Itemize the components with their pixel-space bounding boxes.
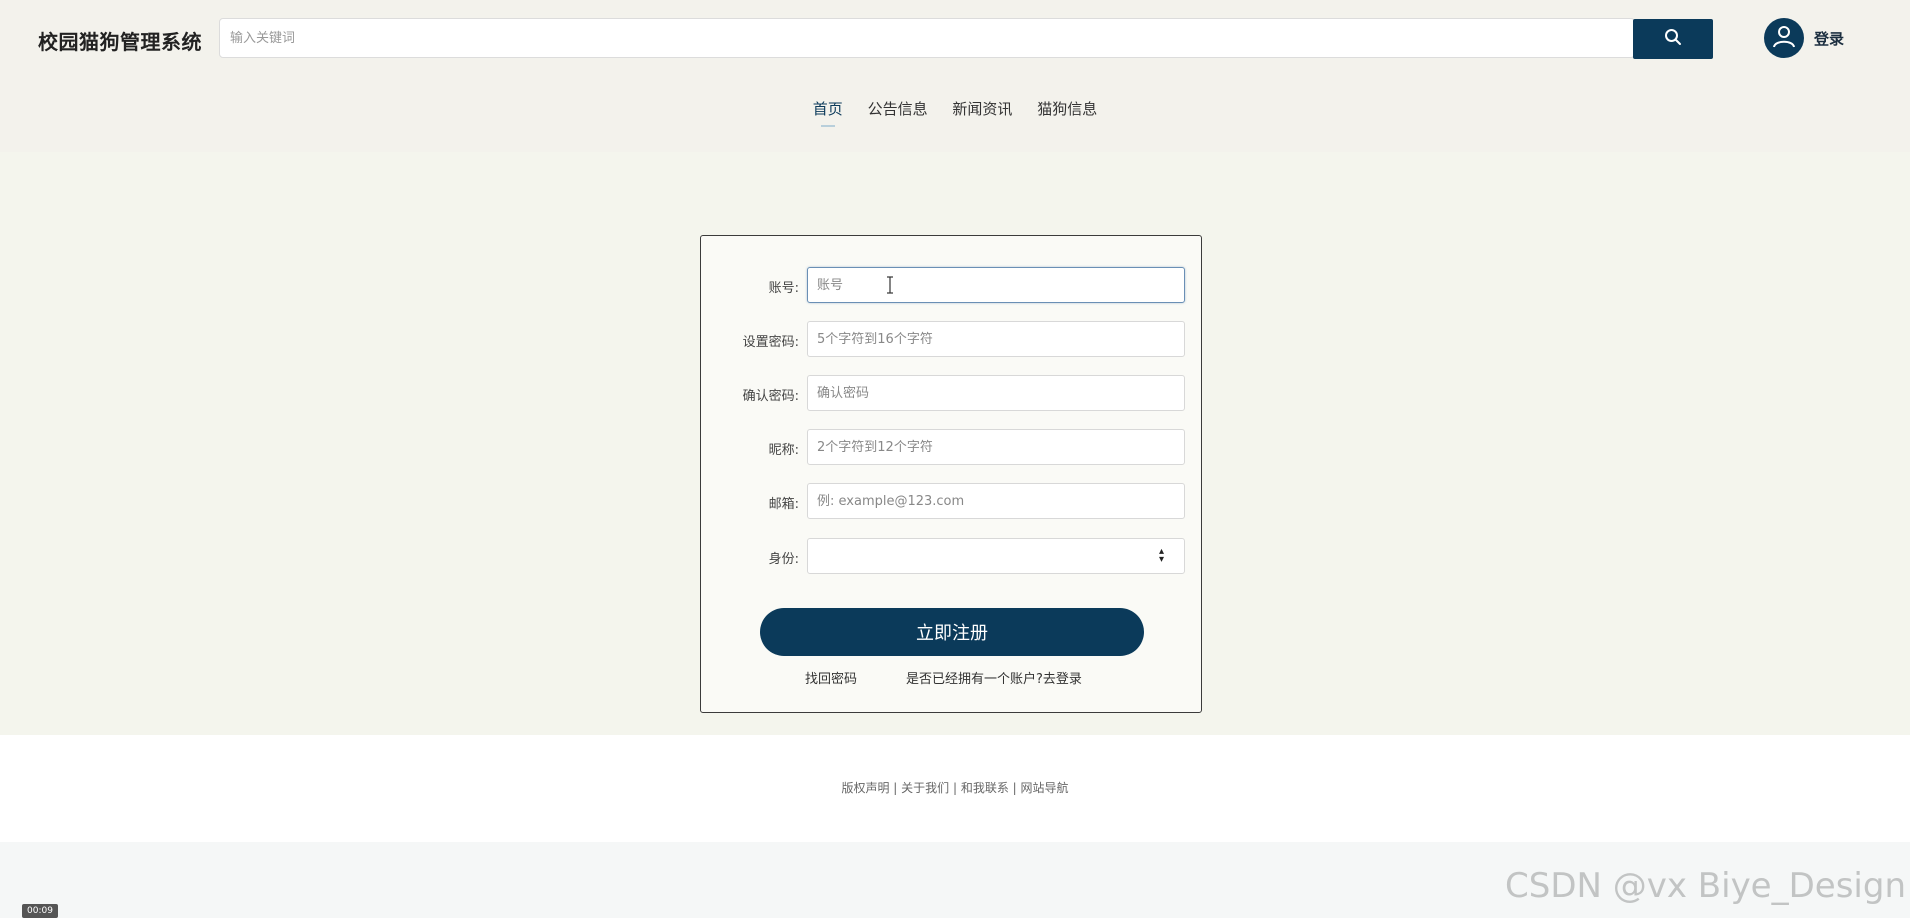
search-box [219, 18, 1635, 58]
search-button[interactable] [1633, 19, 1713, 59]
identity-row: 身份: ▴ ▾ [701, 538, 1201, 574]
site-title: 校园猫狗管理系统 [38, 30, 202, 54]
nickname-label: 昵称: [768, 443, 799, 458]
footer: 版权声明 | 关于我们 | 和我联系 | 网站导航 [0, 735, 1910, 842]
account-row: 账号: [701, 267, 1201, 303]
nickname-input[interactable] [807, 429, 1185, 465]
user-area: 登录 [1764, 18, 1844, 58]
nav-item-news[interactable]: 新闻资讯 [952, 98, 1012, 119]
account-label: 账号: [768, 281, 799, 296]
login-link[interactable]: 登录 [1814, 28, 1844, 49]
password-row: 设置密码: [701, 321, 1201, 357]
nickname-row: 昵称: [701, 429, 1201, 465]
email-input[interactable] [807, 483, 1185, 519]
go-login-link[interactable]: 是否已经拥有一个账户?去登录 [906, 668, 1082, 687]
user-icon [1771, 23, 1797, 53]
email-row: 邮箱: [701, 483, 1201, 519]
identity-label: 身份: [768, 552, 799, 567]
footer-links[interactable]: 版权声明 | 关于我们 | 和我联系 | 网站导航 [0, 779, 1910, 796]
password-input[interactable] [807, 321, 1185, 357]
search-icon [1664, 28, 1682, 50]
main-nav: 首页 公告信息 新闻资讯 猫狗信息 [0, 98, 1910, 127]
video-timestamp: 00:09 [22, 904, 58, 918]
header: 校园猫狗管理系统 登录 首页 公告信息 新闻资讯 猫狗信息 [0, 0, 1910, 152]
select-arrows-icon: ▴ ▾ [1158, 546, 1164, 565]
nav-item-announcements[interactable]: 公告信息 [868, 98, 928, 119]
watermark: CSDN @vx Biye_Design [1505, 866, 1906, 906]
register-button[interactable]: 立即注册 [760, 608, 1144, 656]
account-input[interactable] [807, 267, 1185, 303]
identity-select[interactable]: ▴ ▾ [807, 538, 1185, 574]
search-input[interactable] [220, 19, 1634, 57]
nav-item-pet-info[interactable]: 猫狗信息 [1037, 98, 1097, 119]
confirm-password-row: 确认密码: [701, 375, 1201, 411]
confirm-password-input[interactable] [807, 375, 1185, 411]
register-form: 账号: 设置密码: 确认密码: 昵称: 邮箱: 身份: ▴▾ 立即注册 找回密码… [700, 235, 1202, 713]
avatar[interactable] [1764, 18, 1804, 58]
text-cursor-icon [886, 276, 894, 294]
nav-item-home[interactable]: 首页 [813, 98, 843, 127]
forgot-password-link[interactable]: 找回密码 [805, 668, 857, 687]
email-label: 邮箱: [768, 497, 799, 512]
password-label: 设置密码: [742, 335, 799, 350]
confirm-password-label: 确认密码: [742, 389, 799, 404]
